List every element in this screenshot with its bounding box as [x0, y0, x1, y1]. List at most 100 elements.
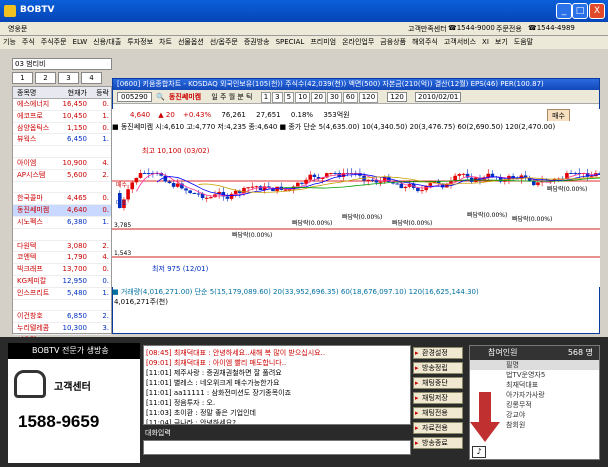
interval-button[interactable]: 1 — [260, 92, 272, 103]
table-row[interactable]: KG케미칼 12,950 0. — [13, 276, 111, 288]
stock-price: 4,640 — [66, 206, 87, 215]
broadcast-button[interactable]: 방송종료 — [413, 437, 463, 449]
tab-1[interactable]: 1 — [12, 72, 33, 84]
tab-4[interactable]: 4 — [81, 72, 102, 84]
close-button[interactable]: X — [589, 3, 605, 19]
broadcast-button[interactable]: 자료전용 — [413, 422, 463, 434]
watchlist-rows: 에스에너지 16,450 0. 에코프로 10,450 1. 삼양옵틱스 1,150 0. 뷰웍스… — [13, 99, 111, 347]
table-row[interactable]: 에스에너지 16,450 0. — [13, 99, 111, 111]
menu-item[interactable]: ELW — [70, 37, 91, 47]
stock-change: 3. — [102, 324, 109, 333]
menu-item[interactable]: 증권방송 — [241, 36, 273, 48]
table-row[interactable]: 코엔텍 1,790 4. — [13, 252, 111, 265]
minimize-button[interactable]: _ — [556, 3, 572, 19]
price-level-label: 1,543 — [114, 250, 131, 257]
candle-body — [254, 186, 259, 188]
interval-button[interactable]: 20 — [311, 92, 326, 103]
table-row[interactable]: 동진쎄미켐 4,640 0. — [13, 205, 111, 217]
broadcast-button[interactable]: 방송정립 — [413, 362, 463, 374]
low-annotation: 최저 975 (12/01) — [152, 264, 209, 273]
interval-button[interactable]: 10 — [295, 92, 311, 103]
menu-item[interactable]: SPECIAL — [273, 37, 308, 47]
maximize-button[interactable]: □ — [572, 3, 588, 19]
stock-price: 6,850 — [66, 312, 87, 321]
participant-name[interactable]: 법TV운영자5 — [470, 370, 599, 380]
count-input[interactable]: 120 — [387, 92, 407, 102]
stock-name: 한국콜마 — [17, 194, 43, 203]
table-row[interactable]: 에코프로 10,450 1. — [13, 111, 111, 123]
menu-item[interactable]: 보기 — [492, 36, 511, 48]
menu-item[interactable]: 프리미엄 — [307, 36, 339, 48]
interval-button[interactable]: 3 — [272, 92, 283, 103]
table-row[interactable]: 빅크래프 13,700 0. — [13, 264, 111, 276]
interval-button[interactable]: 30 — [326, 92, 342, 103]
participant-name[interactable]: 최재덕대표 — [470, 380, 599, 390]
down-arrow-icon — [470, 392, 500, 442]
high-annotation: 최고 10,100 (03/02) — [142, 146, 210, 155]
table-row[interactable] — [13, 300, 111, 312]
stock-name: 에스에너지 — [17, 100, 50, 108]
menu-item[interactable]: 주식 — [19, 36, 38, 48]
stock-change — [87, 229, 111, 240]
broadcast-button[interactable]: 채팅중단 — [413, 377, 463, 389]
date-input[interactable]: 2010/02/01 — [415, 92, 462, 102]
menu-item[interactable]: 선물옵션 — [175, 36, 207, 48]
menu-item[interactable]: 주식주문 — [38, 36, 70, 48]
table-row[interactable]: 아이엠 10,900 4. — [13, 158, 111, 170]
broadcast-button[interactable]: 채팅저장 — [413, 392, 463, 404]
table-row[interactable]: AP시스템 5,600 2. — [13, 170, 111, 182]
stock-change: 0. — [102, 265, 109, 274]
stock-name: 시노펙스 — [17, 217, 43, 226]
table-row[interactable]: 인스프리트 5,480 1. — [13, 288, 111, 300]
stock-code-input[interactable]: 005290 — [117, 92, 152, 102]
table-row[interactable] — [13, 182, 111, 194]
interval-button[interactable]: 5 — [283, 92, 295, 103]
table-row[interactable]: 뷰웍스 6,450 1. — [13, 134, 111, 147]
candle-body — [192, 192, 197, 194]
turnover: 0.18% — [290, 111, 314, 119]
menu-item[interactable]: 해외주식 — [409, 36, 441, 48]
menu-item[interactable]: 금융상품 — [377, 36, 409, 48]
menu-item[interactable]: 기능 — [0, 36, 19, 48]
candle-body — [366, 179, 370, 181]
buy-button[interactable]: 매수 — [547, 109, 570, 121]
watchlist-field[interactable]: 03 범티비 — [12, 58, 112, 70]
stock-change: 4. — [102, 253, 109, 262]
tab-strip: 1234 — [12, 72, 112, 84]
indicator-legend: ■ 동진쎄미켐 시:4,610 고:4,770 저:4,235 종:4,640 … — [112, 121, 600, 133]
stock-price — [53, 229, 87, 240]
table-row[interactable] — [13, 146, 111, 158]
chat-input[interactable] — [143, 440, 411, 455]
menu-item[interactable]: 신용/대출 — [90, 36, 124, 48]
speaker-icon[interactable]: ♪ — [472, 446, 486, 458]
table-row[interactable]: 한국콜마 4,465 0. — [13, 193, 111, 206]
signal-label: 빠담락(0.00%) — [547, 185, 587, 193]
stock-name — [13, 146, 53, 157]
interval-button[interactable]: 120 — [358, 92, 379, 103]
menu-item[interactable]: 선/옵주문 — [207, 36, 241, 48]
roster-title: 참여인원 — [488, 348, 518, 357]
table-row[interactable]: 삼양옵틱스 1,150 0. — [13, 123, 111, 135]
table-row[interactable]: 누리텔레콤 10,300 3. — [13, 323, 111, 335]
menu-item[interactable]: XI — [479, 37, 492, 47]
broadcast-button[interactable]: 채팅전용 — [413, 407, 463, 419]
tab-3[interactable]: 3 — [58, 72, 79, 84]
interval-button[interactable]: 60 — [342, 92, 358, 103]
candle-body — [188, 190, 192, 193]
menu-item[interactable]: 차트 — [156, 36, 175, 48]
period-selector[interactable]: 일 주 월 분 틱 — [211, 93, 252, 101]
menu-item[interactable]: 고객서비스 — [441, 36, 479, 48]
candle-body — [196, 193, 201, 195]
menu-item[interactable]: 도움말 — [511, 36, 536, 48]
broadcast-button[interactable]: 환경설정 — [413, 347, 463, 359]
table-row[interactable]: 다원텍 3,080 2. — [13, 241, 111, 253]
table-row[interactable] — [13, 229, 111, 241]
interval-selector[interactable]: 1 3 5 10 20 30 60 120 — [260, 92, 379, 103]
table-row[interactable]: 시노펙스 6,380 1. — [13, 217, 111, 229]
menu-item[interactable]: 온라인업무 — [339, 36, 377, 48]
menu-item[interactable]: 투자정보 — [124, 36, 156, 48]
tab-2[interactable]: 2 — [35, 72, 56, 84]
candle-body — [225, 196, 230, 199]
search-icon[interactable]: 🔍 — [156, 93, 165, 101]
table-row[interactable]: 이건창호 6,850 2. — [13, 311, 111, 324]
